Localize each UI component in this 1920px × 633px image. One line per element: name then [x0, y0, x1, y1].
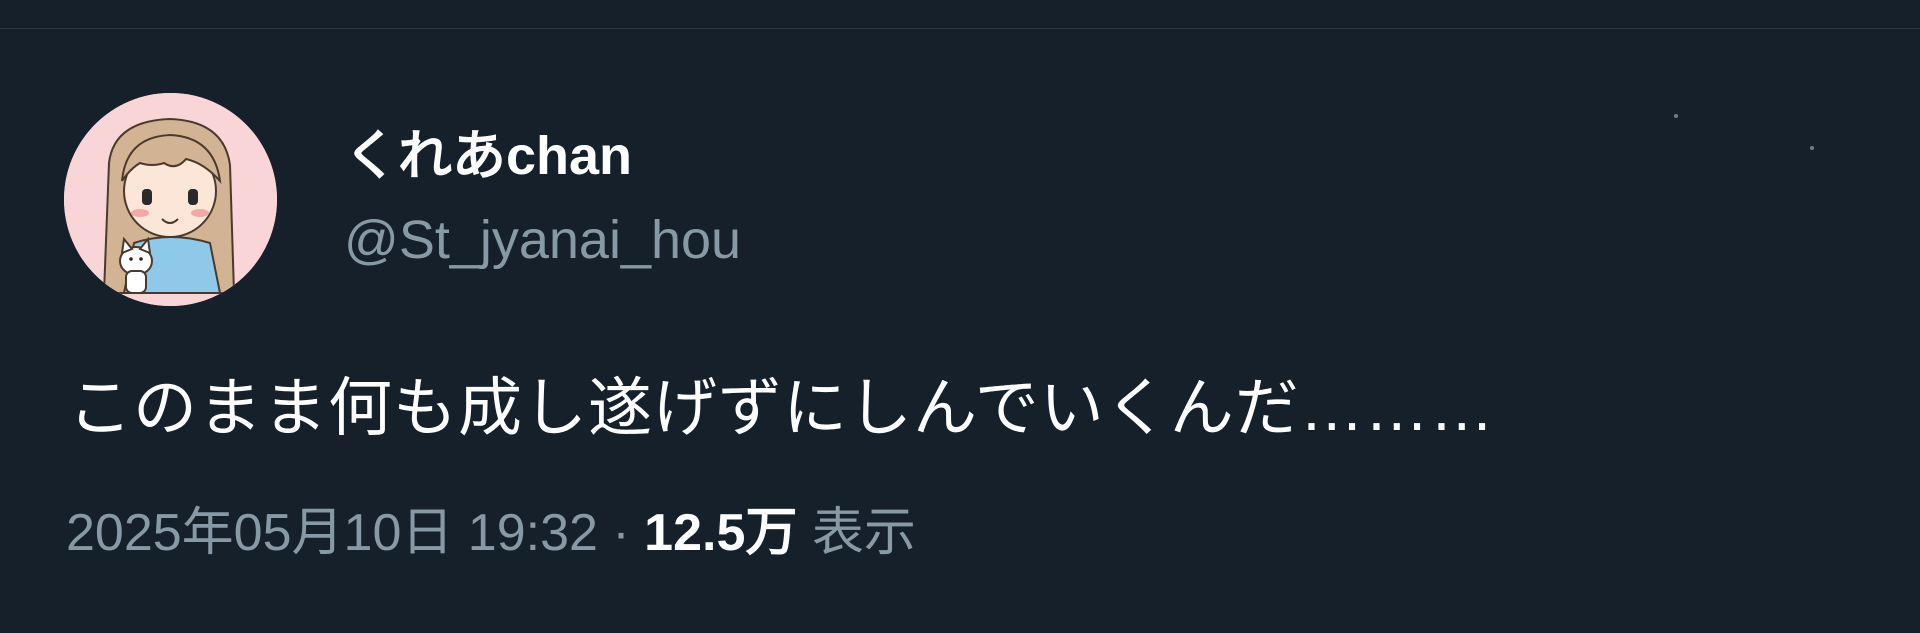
user-avatar[interactable]: [64, 93, 277, 306]
tweet-screen: くれあchan @St_jyanai_hou このまま何も成し遂げずにしんでいく…: [0, 0, 1920, 633]
user-avatar-illustration: [64, 93, 277, 306]
tweet-text: このまま何も成し遂げずにしんでいくんだ………: [68, 372, 1495, 444]
more-dot: [1810, 146, 1814, 150]
author-handle[interactable]: @St_jyanai_hou: [344, 208, 741, 272]
author-display-name[interactable]: くれあchan: [344, 124, 632, 188]
more-options-icon[interactable]: [1660, 100, 1840, 160]
meta-separator: ·: [612, 504, 630, 562]
more-dot: [1674, 114, 1678, 118]
views-count: 12.5万: [644, 504, 798, 562]
views-label: 表示: [811, 504, 916, 562]
tweet-card: くれあchan @St_jyanai_hou このまま何も成し遂げずにしんでいく…: [0, 0, 1920, 633]
tweet-timestamp[interactable]: 2025年05月10日 19:32: [66, 504, 598, 562]
tweet-meta: 2025年05月10日 19:32 · 12.5万 表示: [66, 498, 916, 568]
